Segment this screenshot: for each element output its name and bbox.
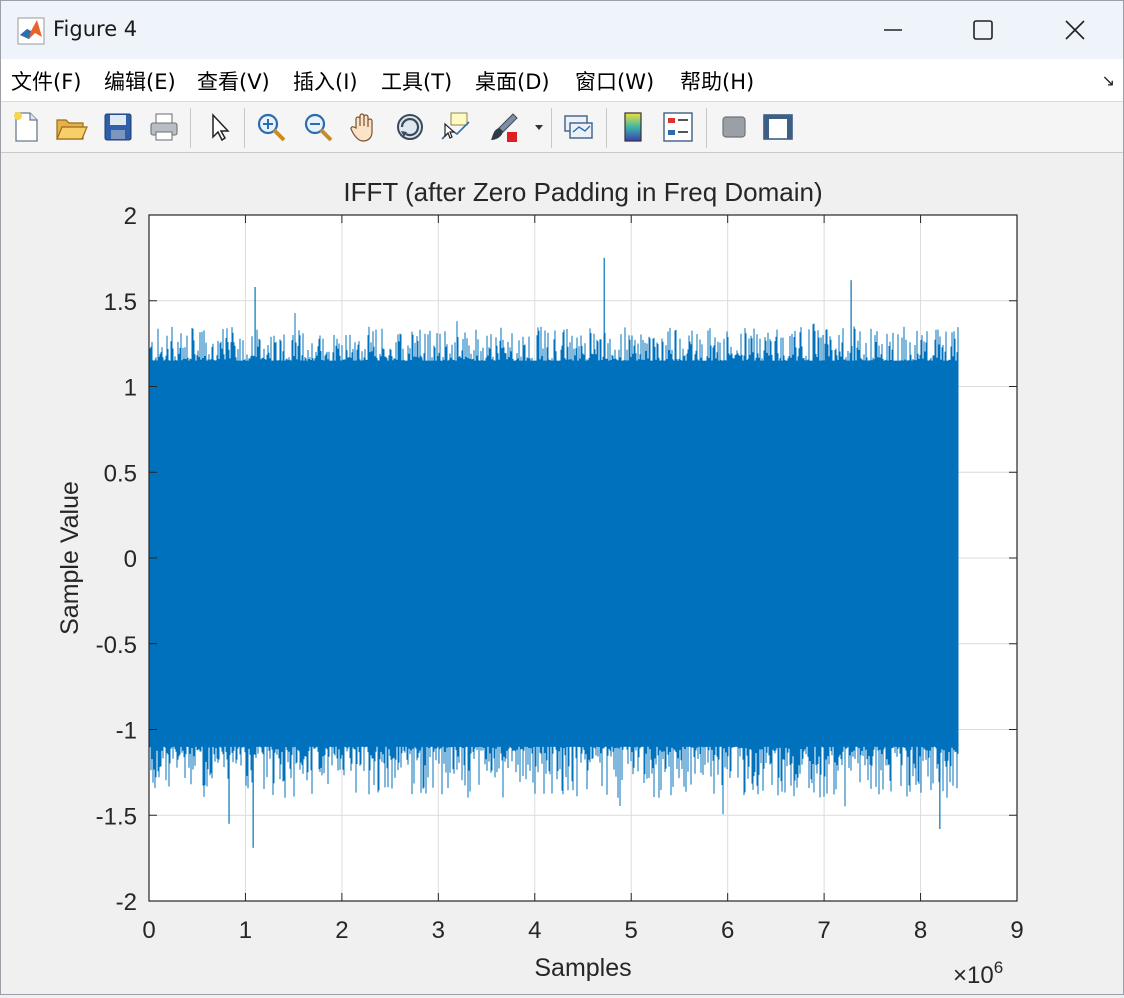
toolbar-separator xyxy=(190,108,191,148)
pan-hand-icon[interactable] xyxy=(347,110,381,144)
print-icon[interactable] xyxy=(147,110,181,144)
menu-bar: 文件(F) 编辑(E) 查看(V) 插入(I) 工具(T) 桌面(D) 窗口(W… xyxy=(1,59,1123,102)
x-tick-label: 8 xyxy=(914,917,927,944)
x-multiplier-exponent: 6 xyxy=(994,958,1003,977)
close-icon xyxy=(1065,20,1085,40)
title-bar[interactable]: Figure 4 xyxy=(1,1,1123,59)
colorbar-icon[interactable] xyxy=(616,110,650,144)
signal-trace xyxy=(148,313,959,815)
open-file-icon[interactable] xyxy=(54,110,88,144)
data-cursor-icon[interactable] xyxy=(439,110,473,144)
y-tick-label: -0.5 xyxy=(96,632,137,659)
y-tick-label: 2 xyxy=(124,203,137,230)
zoom-out-icon[interactable] xyxy=(301,110,335,144)
x-tick-label: 4 xyxy=(528,917,541,944)
toolbar-separator xyxy=(706,108,707,148)
show-plot-tools-icon[interactable] xyxy=(761,110,795,144)
plot-canvas[interactable]: 0 1 2 3 4 5 6 7 8 9 -2 -1.5 -1 -0.5 0 0.5 1 1.5 2 IFFT (af… xyxy=(3,153,1123,994)
x-tick-label: 3 xyxy=(432,917,445,944)
x-axis-multiplier: ×106 xyxy=(953,958,1003,989)
y-tick-label: -2 xyxy=(116,889,137,916)
rotate-3d-icon[interactable] xyxy=(393,110,427,144)
x-tick-label: 7 xyxy=(817,917,830,944)
maximize-button[interactable] xyxy=(937,1,1029,59)
y-tick-label: 0.5 xyxy=(104,460,137,487)
chart-title: IFFT (after Zero Padding in Freq Domain) xyxy=(343,177,822,207)
brush-dropdown-icon[interactable] xyxy=(534,122,544,132)
menu-file[interactable]: 文件(F) xyxy=(11,66,81,96)
toolbar-separator xyxy=(551,108,552,148)
hide-plot-tools-icon[interactable] xyxy=(717,110,751,144)
zoom-in-icon[interactable] xyxy=(254,110,288,144)
menu-window[interactable]: 窗口(W) xyxy=(575,66,654,96)
x-tick-label: 2 xyxy=(335,917,348,944)
matlab-logo-icon xyxy=(17,17,45,45)
menu-desktop[interactable]: 桌面(D) xyxy=(475,66,550,96)
menu-help[interactable]: 帮助(H) xyxy=(680,66,754,96)
save-icon[interactable] xyxy=(101,110,135,144)
x-tick-label: 5 xyxy=(625,917,638,944)
y-tick-label: 1.5 xyxy=(104,289,137,316)
x-tick-label: 1 xyxy=(239,917,252,944)
select-arrow-icon[interactable] xyxy=(203,110,237,144)
maximize-icon xyxy=(973,20,993,40)
y-tick-label: 1 xyxy=(124,375,137,402)
x-multiplier-base: ×10 xyxy=(953,962,994,989)
toolbar-separator xyxy=(244,108,245,148)
menu-edit[interactable]: 编辑(E) xyxy=(104,66,176,96)
legend-icon[interactable] xyxy=(661,110,695,144)
minimize-button[interactable] xyxy=(847,1,939,59)
toolbar-separator xyxy=(606,108,607,148)
window-title: Figure 4 xyxy=(53,17,138,41)
menu-view[interactable]: 查看(V) xyxy=(197,66,270,96)
menu-insert[interactable]: 插入(I) xyxy=(293,66,358,96)
x-tick-label: 6 xyxy=(721,917,734,944)
figure-canvas[interactable]: 0 1 2 3 4 5 6 7 8 9 -2 -1.5 -1 -0.5 0 0.5 1 1.5 2 IFFT (af… xyxy=(3,153,1123,994)
link-plot-icon[interactable] xyxy=(561,110,595,144)
y-tick-label: -1.5 xyxy=(96,803,137,830)
x-axis-label: Samples xyxy=(534,954,631,982)
menu-tools[interactable]: 工具(T) xyxy=(381,66,452,96)
brush-icon[interactable] xyxy=(487,110,521,144)
close-button[interactable] xyxy=(1029,1,1121,59)
x-tick-label: 0 xyxy=(142,917,155,944)
menu-overflow-arrow-icon[interactable]: ↘ xyxy=(1102,71,1115,90)
figure-window: Figure 4 文件(F) 编辑(E) 查看(V) 插入(I) 工具(T) 桌… xyxy=(0,0,1124,995)
y-tick-label: 0 xyxy=(124,546,137,573)
y-tick-label: -1 xyxy=(116,718,137,745)
figure-toolbar xyxy=(1,102,1123,153)
y-axis-label: Sample Value xyxy=(56,481,84,635)
minimize-icon xyxy=(884,29,902,31)
x-tick-label: 9 xyxy=(1010,917,1023,944)
new-figure-icon[interactable] xyxy=(9,110,43,144)
